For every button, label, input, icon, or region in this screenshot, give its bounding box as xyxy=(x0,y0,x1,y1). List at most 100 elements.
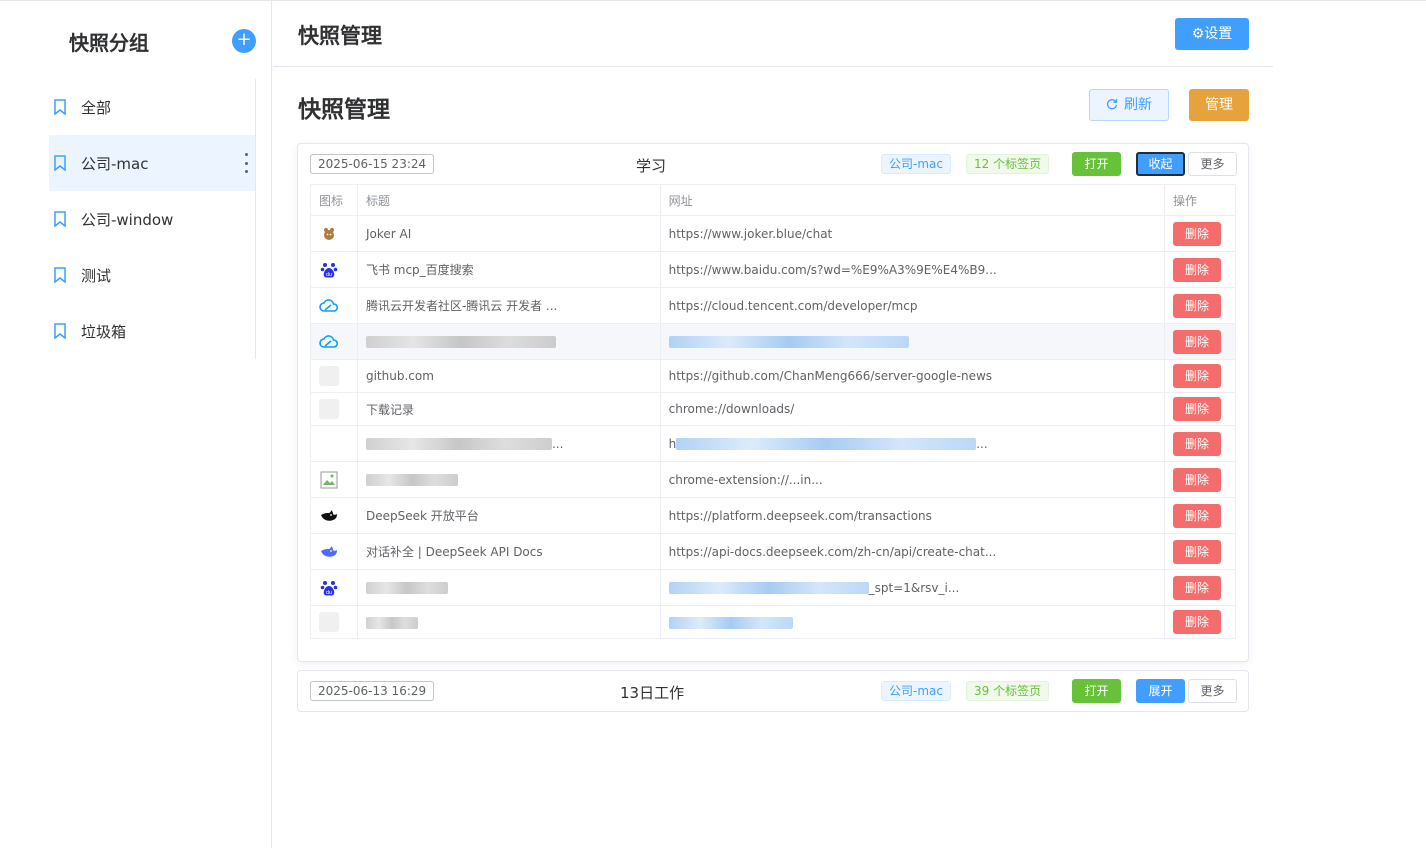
table-row: Joker AI https://www.joker.blue/chat 删除 xyxy=(310,215,1236,252)
more-vertical-icon[interactable] xyxy=(243,153,249,173)
tab-url[interactable]: _spt=1&rsv_i... xyxy=(659,569,1166,606)
svg-text:du: du xyxy=(326,590,332,596)
redacted-url xyxy=(668,616,793,629)
tab-title xyxy=(356,461,661,498)
tab-url[interactable] xyxy=(659,605,1166,639)
table-row: 对话补全 | DeepSeek API Docs https://api-doc… xyxy=(310,533,1236,570)
bookmark-icon xyxy=(54,323,66,339)
group-tag: 公司-mac xyxy=(881,681,951,701)
snapshot-date: 2025-06-15 23:24 xyxy=(310,154,435,174)
bookmark-icon xyxy=(54,211,66,227)
sidebar-item-label: 公司-window xyxy=(81,210,174,229)
tab-url[interactable] xyxy=(659,323,1166,360)
snapshot-card: 2025-06-15 23:24 学习 公司-mac 12 个标签页 打开 收起… xyxy=(297,143,1249,662)
table-row: du _spt=1&rsv_i... 删除 xyxy=(310,569,1236,606)
sidebar-item-company-window[interactable]: 公司-window xyxy=(49,191,255,247)
delete-button[interactable]: 删除 xyxy=(1173,397,1221,421)
table-row: chrome-extension://...in... 删除 xyxy=(310,461,1236,498)
delete-button[interactable]: 删除 xyxy=(1173,610,1221,634)
bookmark-icon xyxy=(54,99,66,115)
refresh-label: 刷新 xyxy=(1124,97,1152,113)
delete-button[interactable]: 删除 xyxy=(1173,329,1221,354)
sidebar-item-company-mac[interactable]: 公司-mac xyxy=(49,135,255,191)
tab-count-tag: 39 个标签页 xyxy=(966,681,1050,701)
redacted-title xyxy=(365,438,552,450)
tab-url[interactable]: h... xyxy=(659,425,1166,462)
delete-button[interactable]: 删除 xyxy=(1173,221,1221,246)
more-button[interactable]: 更多 xyxy=(1188,152,1237,176)
tab-url[interactable]: chrome://downloads/ xyxy=(659,392,1166,426)
manage-button[interactable]: 管理 xyxy=(1189,89,1249,121)
column-header-url: 网址 xyxy=(659,184,1166,216)
column-header-icon: 图标 xyxy=(310,184,358,216)
open-button[interactable]: 打开 xyxy=(1072,152,1121,176)
table-header-row: 图标 标题 网址 操作 xyxy=(310,184,1236,216)
delete-button[interactable]: 删除 xyxy=(1173,503,1221,528)
baidu-icon: du xyxy=(320,580,338,596)
delete-button[interactable]: 删除 xyxy=(1173,575,1221,600)
collapse-button[interactable]: 收起 xyxy=(1136,152,1185,176)
table-row: ... h... 删除 xyxy=(310,425,1236,462)
tab-url[interactable]: https://platform.deepseek.com/transactio… xyxy=(659,497,1166,534)
snapshot-card: 2025-06-13 16:29 13日工作 公司-mac 39 个标签页 打开… xyxy=(297,670,1249,712)
snapshot-date: 2025-06-13 16:29 xyxy=(310,681,435,701)
expand-button[interactable]: 展开 xyxy=(1136,679,1185,703)
tab-title xyxy=(356,323,661,360)
redacted-url xyxy=(668,582,869,594)
delete-button[interactable]: 删除 xyxy=(1173,431,1221,456)
tab-url[interactable]: chrome-extension://...in... xyxy=(659,461,1166,498)
broken-image-icon xyxy=(320,471,338,488)
tab-url[interactable]: https://cloud.tencent.com/developer/mcp xyxy=(659,287,1166,324)
tabs-table: 图标 标题 网址 操作 Joker AI https://www.joker.b… xyxy=(310,184,1236,639)
redacted-url xyxy=(676,438,977,450)
delete-button[interactable]: 删除 xyxy=(1173,539,1221,564)
table-row: github.com https://github.com/ChanMeng66… xyxy=(310,359,1236,393)
delete-button[interactable]: 删除 xyxy=(1173,293,1221,318)
open-button[interactable]: 打开 xyxy=(1072,679,1121,703)
tab-title: 下载记录 xyxy=(356,392,661,426)
tab-url[interactable]: https://github.com/ChanMeng666/server-go… xyxy=(659,359,1166,393)
column-header-actions: 操作 xyxy=(1164,184,1236,216)
joker-icon xyxy=(324,227,334,240)
sidebar-item-all[interactable]: 全部 xyxy=(49,79,255,135)
deepseek-icon xyxy=(321,545,337,557)
header-title: 快照管理 xyxy=(298,24,382,48)
delete-button[interactable]: 删除 xyxy=(1173,467,1221,492)
more-button[interactable]: 更多 xyxy=(1188,679,1237,703)
tab-title: Joker AI xyxy=(356,215,661,252)
table-row: 删除 xyxy=(310,323,1236,360)
deepseek-icon xyxy=(321,509,337,521)
tab-url-ellipsis: ... xyxy=(976,436,988,451)
redacted-title xyxy=(365,474,458,486)
page-title: 快照管理 xyxy=(298,97,390,123)
tab-url[interactable]: https://www.baidu.com/s?wd=%E9%A3%9E%E4%… xyxy=(659,251,1166,288)
sidebar-item-label: 垃圾箱 xyxy=(81,322,127,341)
tab-url[interactable]: https://www.joker.blue/chat xyxy=(659,215,1166,252)
blank-icon xyxy=(319,399,339,419)
snapshot-header: 2025-06-13 16:29 13日工作 公司-mac 39 个标签页 打开… xyxy=(298,671,1248,711)
svg-text:du: du xyxy=(326,272,332,278)
table-row: DeepSeek 开放平台 https://platform.deepseek.… xyxy=(310,497,1236,534)
tab-title: 腾讯云开发者社区-腾讯云 开发者 ... xyxy=(356,287,661,324)
settings-button[interactable]: ⚙设置 xyxy=(1175,18,1249,50)
bookmark-icon xyxy=(54,155,66,171)
sidebar-item-trash[interactable]: 垃圾箱 xyxy=(49,303,255,359)
sidebar-item-test[interactable]: 测试 xyxy=(49,247,255,303)
tab-count-tag: 12 个标签页 xyxy=(966,154,1050,174)
add-group-button[interactable]: + xyxy=(232,29,256,53)
tab-title: ... xyxy=(356,425,661,462)
delete-button[interactable]: 删除 xyxy=(1173,364,1221,388)
snapshot-name: 学习 xyxy=(636,157,667,175)
sidebar-title: 快照分组 xyxy=(69,31,149,55)
redacted-title xyxy=(365,582,448,594)
sidebar-item-label: 公司-mac xyxy=(81,154,149,173)
tab-url[interactable]: https://api-docs.deepseek.com/zh-cn/api/… xyxy=(659,533,1166,570)
refresh-button[interactable]: 刷新 xyxy=(1089,89,1169,121)
snapshot-name: 13日工作 xyxy=(620,684,685,702)
delete-button[interactable]: 删除 xyxy=(1173,257,1221,282)
bookmark-icon xyxy=(54,267,66,283)
table-row: 下载记录 chrome://downloads/ 删除 xyxy=(310,392,1236,426)
blank-icon xyxy=(319,612,339,632)
redacted-title xyxy=(365,336,556,348)
tab-title: 飞书 mcp_百度搜索 xyxy=(356,251,661,288)
